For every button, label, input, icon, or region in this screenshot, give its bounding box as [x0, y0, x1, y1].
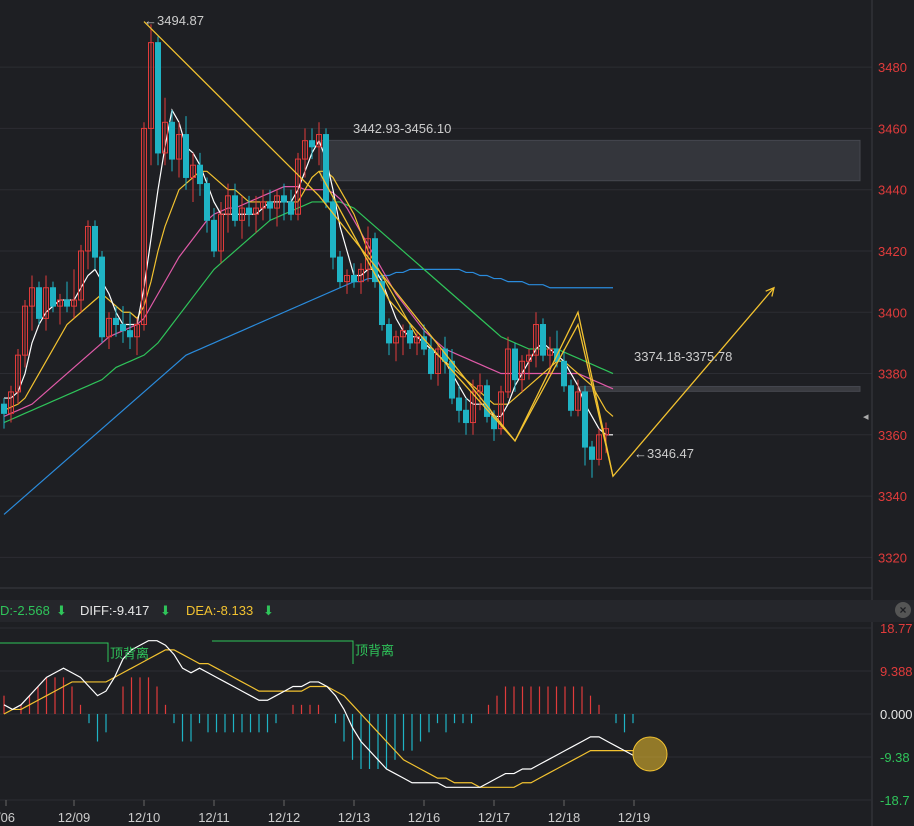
x-tick-label: 12/17: [478, 810, 511, 825]
candle-body: [267, 201, 273, 209]
zone1-annotation: 3442.93-3456.10: [353, 121, 451, 136]
diff-arrow: ⬇: [160, 603, 171, 618]
x-tick-label: 12/11: [198, 810, 230, 825]
divergence-label: 顶背离: [355, 643, 394, 659]
candle-body: [36, 287, 42, 319]
candle-body: [1, 403, 7, 414]
candle-body: [386, 324, 392, 344]
candle-body: [211, 219, 217, 252]
price-zone: [579, 385, 861, 392]
x-tick-label: 12/19: [618, 810, 651, 825]
macd-tick-label: 0.000: [880, 707, 913, 722]
current-price-marker: ◂: [863, 410, 869, 423]
candle-body: [183, 134, 189, 178]
candle-body: [582, 391, 588, 448]
x-tick-label: 12/18: [548, 810, 581, 825]
candle-body: [561, 360, 567, 387]
candle-body: [50, 287, 56, 307]
divergence-box: [0, 642, 109, 662]
candle-body: [197, 164, 203, 185]
macd-dea-line: [3, 649, 633, 788]
x-tick-label: 12/10: [128, 810, 161, 825]
candle-body: [169, 121, 175, 160]
diff-value: DIFF:-9.417: [80, 603, 150, 618]
price-tick-label: 3440: [878, 183, 907, 198]
candle-body: [99, 256, 105, 338]
dea-arrow: ⬇: [263, 603, 274, 618]
candle-body: [113, 317, 119, 326]
dea-value: DEA:-8.133: [186, 603, 254, 618]
divergence-label: 顶背离: [110, 646, 149, 662]
divergence-box: [212, 640, 354, 664]
high-annotation: ←3494.87: [144, 13, 204, 28]
candle-body: [449, 360, 455, 399]
price-zone: [320, 139, 861, 182]
macd-tick-label: 18.77: [880, 621, 913, 636]
kline-chart[interactable]: 3480 3460 3440 3420 3400 3380 3360 3340 3320 18.…: [0, 0, 914, 826]
price-tick-label: 3480: [878, 60, 907, 75]
price-tick-label: 3340: [878, 489, 907, 504]
macd-tick-label: 9.388: [880, 664, 913, 679]
price-tick-label: 3460: [878, 121, 907, 136]
candle-body: [568, 385, 574, 411]
candle-body: [92, 225, 98, 258]
candle-body: [288, 201, 294, 215]
x-tick-label: 12/13: [338, 810, 371, 825]
macd-arrow: ⬇: [56, 603, 67, 618]
price-tick-label: 3400: [878, 305, 907, 320]
candle-body: [407, 330, 413, 344]
price-tick-label: 3420: [878, 244, 907, 259]
candle-body: [463, 409, 469, 424]
close-icon[interactable]: ×: [895, 602, 911, 618]
price-tick-label: 3380: [878, 367, 907, 382]
price-tick-label: 3320: [878, 550, 907, 565]
candle-body: [456, 397, 462, 411]
candle-body: [204, 183, 210, 221]
candle-body: [589, 446, 595, 460]
candle-body: [540, 324, 546, 356]
candle-body: [232, 195, 238, 221]
zone2-annotation: 3374.18-3375.78: [634, 349, 732, 364]
candle-body: [351, 274, 357, 283]
candle-body: [246, 207, 252, 215]
macd-tick-label: -9.38: [880, 750, 910, 765]
x-tick-label: 12/09: [58, 810, 91, 825]
candle-body: [309, 140, 315, 148]
macd-header: D:-2.568 ⬇ DIFF:-9.417 ⬇ DEA:-8.133 ⬇: [0, 600, 914, 622]
candle-body: [127, 330, 133, 338]
macd-tick-label: -18.7: [880, 793, 910, 808]
low-annotation: ←3346.47: [634, 446, 694, 461]
price-tick-label: 3360: [878, 428, 907, 443]
candle-body: [64, 299, 70, 307]
candle-body: [337, 256, 343, 283]
highlight-circle: [632, 736, 668, 772]
candle-body: [120, 324, 126, 332]
candle-body: [323, 134, 329, 203]
candle-body: [428, 348, 434, 375]
candle-body: [155, 42, 161, 154]
x-tick-label: /06: [0, 810, 15, 825]
x-tick-label: 12/16: [408, 810, 441, 825]
candle-body: [281, 195, 287, 203]
candle-body: [512, 348, 518, 381]
macd-value: D:-2.568: [0, 603, 50, 618]
x-tick-label: 12/12: [268, 810, 301, 825]
